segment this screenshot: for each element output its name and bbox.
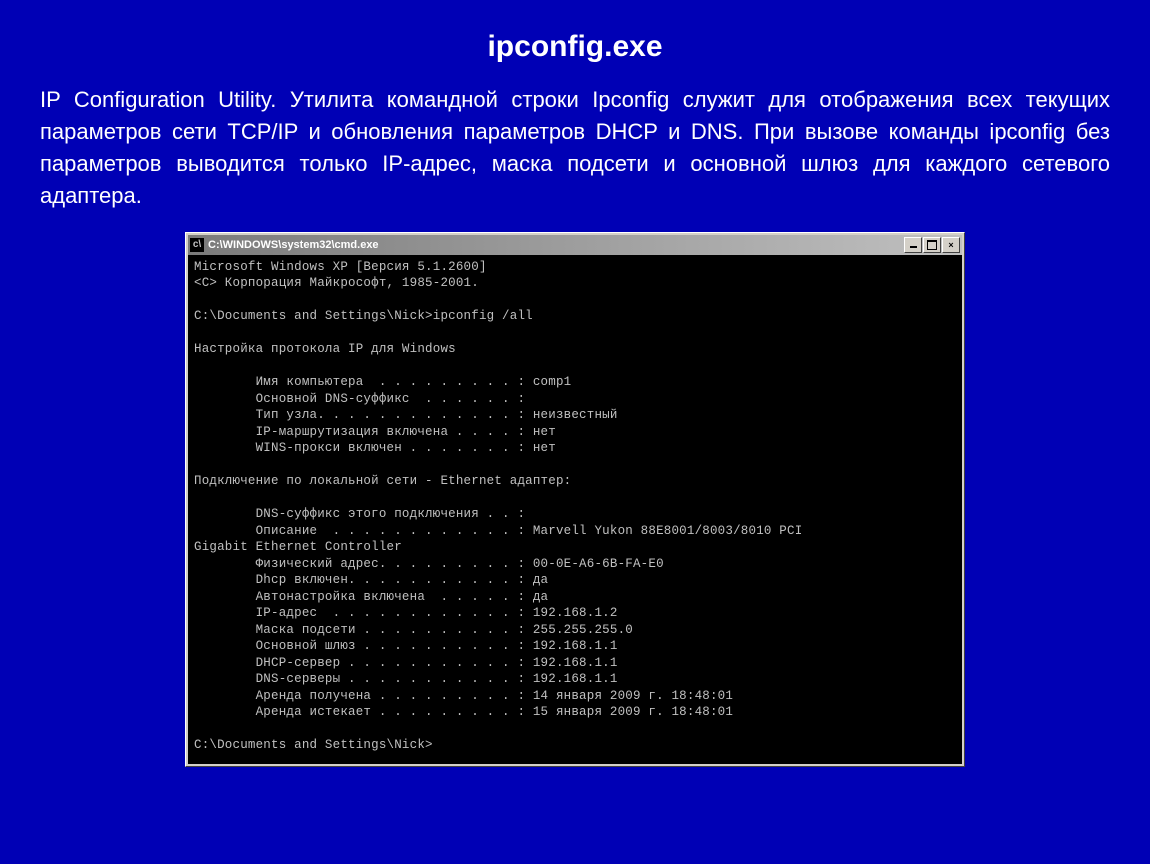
window-title: C:\WINDOWS\system32\cmd.exe — [208, 239, 904, 251]
slide: ipconfig.exe IP Configuration Utility. У… — [0, 0, 1150, 797]
maximize-button[interactable] — [923, 237, 941, 253]
console-output[interactable]: Microsoft Windows XP [Версия 5.1.2600] <… — [188, 255, 962, 764]
titlebar[interactable]: c\ C:\WINDOWS\system32\cmd.exe × — [188, 235, 962, 255]
cmd-window: c\ C:\WINDOWS\system32\cmd.exe × Microso… — [185, 232, 965, 767]
description-text: IP Configuration Utility. Утилита команд… — [40, 84, 1110, 212]
minimize-button[interactable] — [904, 237, 922, 253]
close-button[interactable]: × — [942, 237, 960, 253]
cmd-icon: c\ — [190, 238, 204, 252]
window-controls: × — [904, 237, 960, 253]
page-title: ipconfig.exe — [40, 30, 1110, 64]
